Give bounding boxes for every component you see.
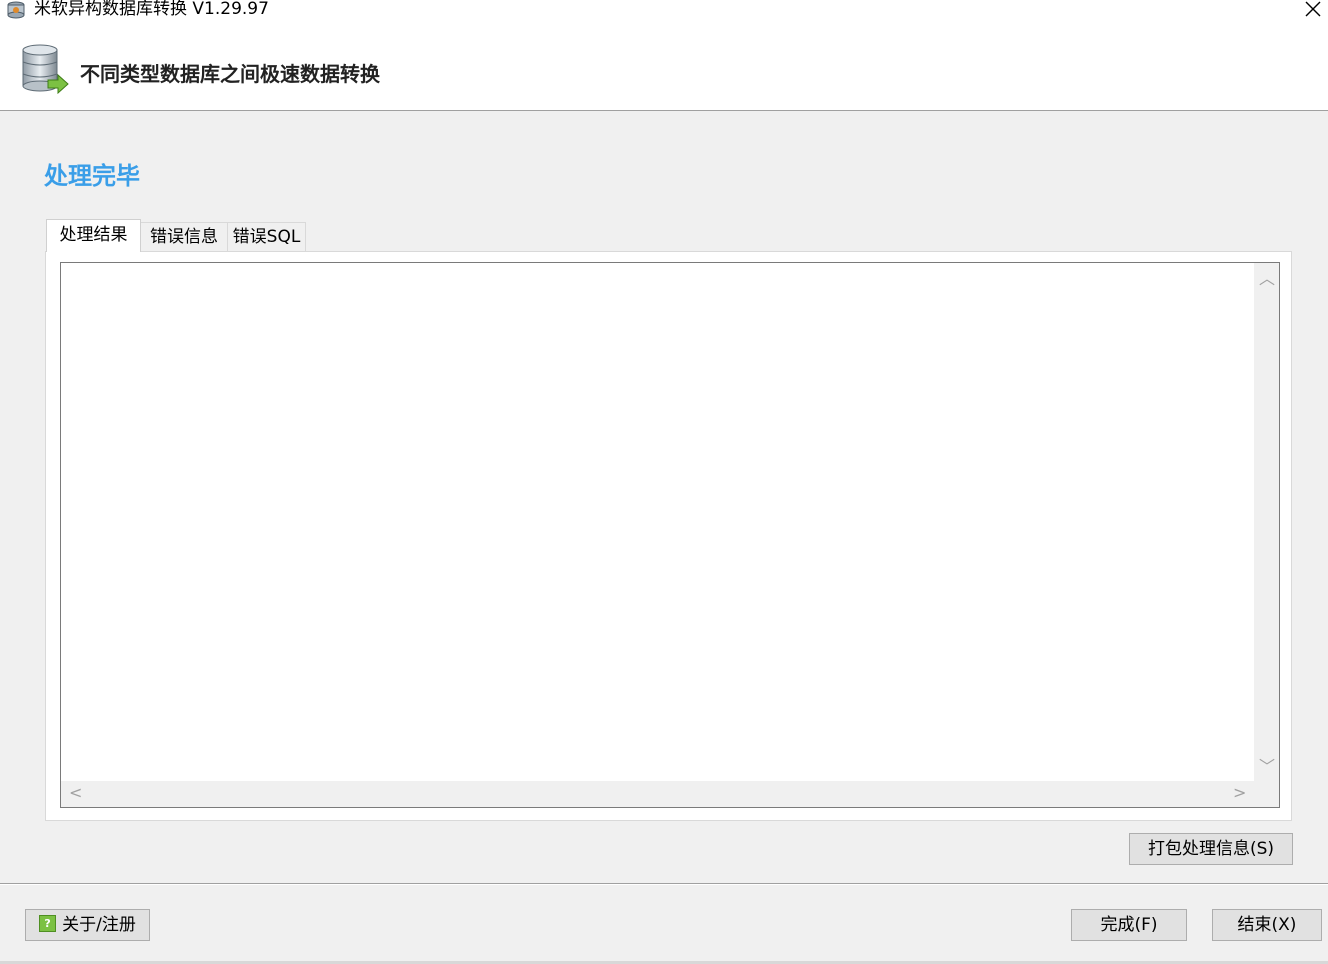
wizard-header: 不同类型数据库之间极速数据转换: [0, 22, 1328, 111]
section-title: 处理完毕: [44, 162, 140, 190]
end-button[interactable]: 结束(X): [1212, 909, 1322, 941]
about-register-button[interactable]: ? 关于/注册: [25, 909, 150, 941]
scroll-left-icon[interactable]: <: [69, 785, 82, 801]
scroll-up-icon[interactable]: ︿: [1259, 271, 1275, 287]
tab-processing-result[interactable]: 处理结果: [46, 219, 141, 252]
vertical-scrollbar[interactable]: ︿ ﹀: [1254, 263, 1279, 781]
tab-error-info[interactable]: 错误信息: [140, 222, 228, 251]
close-icon: [1305, 1, 1321, 17]
app-icon: [6, 1, 26, 19]
scroll-down-icon[interactable]: ﹀: [1259, 759, 1275, 775]
help-icon: ?: [39, 914, 57, 932]
window-title: 米软异构数据库转换 V1.29.97: [34, 0, 269, 19]
tab-error-sql[interactable]: 错误SQL: [227, 222, 306, 251]
package-info-button[interactable]: 打包处理信息(S): [1129, 833, 1293, 865]
scroll-right-icon[interactable]: >: [1233, 785, 1246, 801]
title-bar: 米软异构数据库转换 V1.29.97: [0, 0, 1328, 22]
horizontal-scrollbar[interactable]: < >: [61, 781, 1254, 807]
about-register-label: 关于/注册: [62, 915, 136, 935]
footer-divider-highlight: [0, 884, 1328, 885]
scrollbar-corner: [1254, 781, 1279, 807]
finish-button[interactable]: 完成(F): [1071, 909, 1187, 941]
close-button[interactable]: [1298, 0, 1328, 22]
database-arrow-icon: [20, 44, 70, 95]
result-textarea[interactable]: ︿ ﹀ < >: [60, 262, 1280, 808]
header-title: 不同类型数据库之间极速数据转换: [80, 62, 380, 86]
